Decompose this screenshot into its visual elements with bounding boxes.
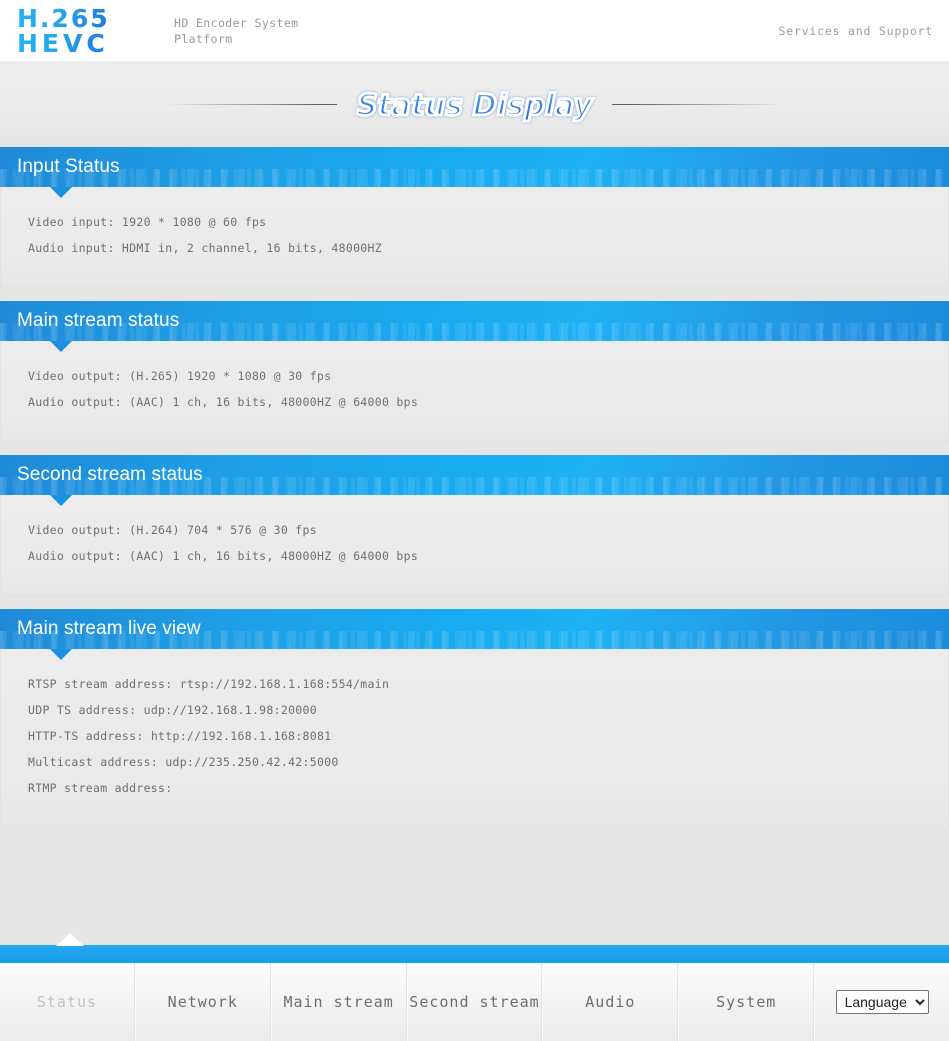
section-body-main: Video output: (H.265) 1920 * 1080 @ 30 f… <box>0 341 949 442</box>
status-row-label: RTSP stream address: <box>28 677 173 691</box>
status-row: Video output: (H.265) 1920 * 1080 @ 30 f… <box>28 363 948 389</box>
nav-tab-audio[interactable]: Audio <box>542 963 679 1041</box>
status-row-label: Video output: <box>28 369 122 383</box>
status-row-label: UDP TS address: <box>28 703 137 717</box>
section-body-second: Video output: (H.264) 704 * 576 @ 30 fps… <box>0 495 949 596</box>
logo-line-h265: H.265 <box>17 6 150 31</box>
nav-tab-second-stream[interactable]: Second stream <box>406 963 543 1041</box>
status-row: Audio input: HDMI in, 2 channel, 16 bits… <box>28 235 948 261</box>
status-row: RTMP stream address: <box>28 775 948 801</box>
status-row-label: Audio input: <box>28 241 115 255</box>
section-notch-icon <box>50 341 72 352</box>
status-row-value: 1920 * 1080 @ 60 fps <box>121 215 267 229</box>
status-row-label: Multicast address: <box>28 755 159 769</box>
status-row-value: (H.265) 1920 * 1080 @ 30 fps <box>129 369 332 383</box>
logo[interactable]: H.265 HEVC <box>0 6 150 56</box>
logo-line-hevc: HEVC <box>17 31 150 56</box>
status-row: Video input: 1920 * 1080 @ 60 fps <box>28 209 948 235</box>
top-header-bar: H.265 HEVC HD Encoder System Platform Se… <box>0 0 949 62</box>
status-row: Multicast address: udp://235.250.42.42:5… <box>28 749 948 775</box>
nav-tab-label: Status <box>36 993 98 1011</box>
status-row: Video output: (H.264) 704 * 576 @ 30 fps <box>28 517 948 543</box>
status-row-value: udp://192.168.1.98:20000 <box>143 703 317 717</box>
status-row: Audio output: (AAC) 1 ch, 16 bits, 48000… <box>28 389 948 415</box>
section-header-main: Main stream status <box>0 301 949 352</box>
section-live: Main stream live view RTSP stream address… <box>0 609 949 829</box>
status-sections: Input Status Video input: 1920 * 1080 @ 6… <box>0 147 949 829</box>
status-row-label: Audio output: <box>28 395 122 409</box>
status-row: HTTP-TS address: http://192.168.1.168:80… <box>28 723 948 749</box>
title-rule-left <box>164 104 337 105</box>
status-row: RTSP stream address: rtsp://192.168.1.16… <box>28 671 948 697</box>
section-body-input: Video input: 1920 * 1080 @ 60 fps Audio i… <box>0 187 949 288</box>
nav-tab-main-stream[interactable]: Main stream <box>270 963 407 1041</box>
status-row-label: HTTP-TS address: <box>28 729 144 743</box>
nav-tab-label: Second stream <box>409 993 540 1011</box>
status-row: Audio output: (AAC) 1 ch, 16 bits, 48000… <box>28 543 948 569</box>
section-notch-icon <box>50 495 72 506</box>
section-header-input: Input Status <box>0 147 949 198</box>
section-title: Main stream status <box>17 310 180 331</box>
status-row: UDP TS address: udp://192.168.1.98:20000 <box>28 697 948 723</box>
status-row-label: Video input: <box>28 215 115 229</box>
bottom-navigation: Status Network Main stream Second stream Aud… <box>0 933 949 1041</box>
nav-tab-label: Network <box>167 993 238 1011</box>
nav-tabs: Status Network Main stream Second stream Aud… <box>0 963 949 1041</box>
section-header-live: Main stream live view <box>0 609 949 660</box>
title-rule-right <box>612 104 785 105</box>
status-row-value: udp://235.250.42.42:5000 <box>165 755 339 769</box>
page-title-band: Status Display <box>0 62 949 147</box>
status-row-value: rtsp://192.168.1.168:554/main <box>179 677 390 691</box>
section-input: Input Status Video input: 1920 * 1080 @ 6… <box>0 147 949 288</box>
section-notch-icon <box>50 649 72 660</box>
section-title: Main stream live view <box>17 618 201 639</box>
section-main: Main stream status Video output: (H.265) … <box>0 301 949 442</box>
status-row-value: HDMI in, 2 channel, 16 bits, 48000HZ <box>121 241 382 255</box>
nav-tab-system[interactable]: System <box>678 963 815 1041</box>
page-title: Status Display <box>355 86 594 123</box>
nav-language-cell: LanguageEnglish中文 <box>814 963 949 1041</box>
status-row-value: http://192.168.1.168:8081 <box>150 729 332 743</box>
status-row-label: RTMP stream address: <box>28 781 173 795</box>
platform-title: HD Encoder System Platform <box>174 15 299 46</box>
section-title: Second stream status <box>17 464 203 485</box>
language-select[interactable]: LanguageEnglish中文 <box>835 990 929 1014</box>
status-row-label: Video output: <box>28 523 122 537</box>
nav-tab-label: Audio <box>585 993 636 1011</box>
nav-tab-label: Main stream <box>283 993 394 1011</box>
nav-accent-bar <box>0 933 949 963</box>
services-and-support-link[interactable]: Services and Support <box>779 24 933 38</box>
nav-tab-network[interactable]: Network <box>134 963 271 1041</box>
section-header-second: Second stream status <box>0 455 949 506</box>
nav-active-notch-icon <box>56 933 84 946</box>
section-body-live: RTSP stream address: rtsp://192.168.1.16… <box>0 649 949 829</box>
section-title: Input Status <box>17 156 120 177</box>
status-row-value: (AAC) 1 ch, 16 bits, 48000HZ @ 64000 bps <box>129 549 419 563</box>
status-row-label: Audio output: <box>28 549 122 563</box>
nav-tab-label: System <box>716 993 777 1011</box>
section-notch-icon <box>50 187 72 198</box>
status-row-value: (AAC) 1 ch, 16 bits, 48000HZ @ 64000 bps <box>129 395 419 409</box>
section-second: Second stream status Video output: (H.264… <box>0 455 949 596</box>
status-row-value: (H.264) 704 * 576 @ 30 fps <box>129 523 317 537</box>
nav-tab-status[interactable]: Status <box>0 963 135 1041</box>
